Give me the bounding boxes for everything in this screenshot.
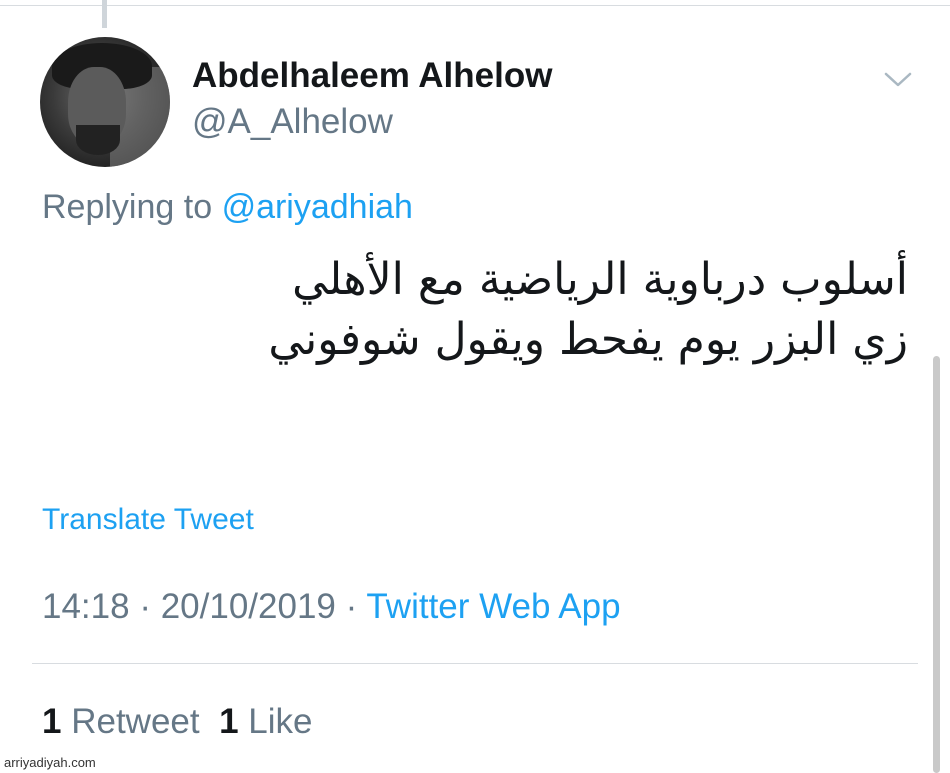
tweet-source-link[interactable]: Twitter Web App xyxy=(366,587,620,626)
chevron-down-icon[interactable] xyxy=(883,70,913,90)
avatar-beard xyxy=(76,125,120,155)
tweet-date[interactable]: 20/10/2019 xyxy=(161,587,336,626)
reply-prefix: Replying to xyxy=(42,188,213,226)
tweet-text: أسلوب درباوية الرياضية مع الأهلي زي البز… xyxy=(88,250,908,370)
meta-separator: · xyxy=(129,587,161,626)
like-count: 1 xyxy=(219,702,239,741)
scrollbar[interactable] xyxy=(933,356,940,773)
meta-separator: · xyxy=(335,587,367,626)
tweet-line-2: زي البزر يوم يفحط ويقول شوفوني xyxy=(268,314,908,365)
tweet-meta: 14:18 · 20/10/2019 · Twitter Web App xyxy=(42,587,621,627)
author-handle[interactable]: @A_Alhelow xyxy=(192,102,393,142)
like-stat[interactable]: 1 Like xyxy=(219,702,312,741)
watermark: arriyadiyah.com xyxy=(4,755,96,770)
divider xyxy=(32,663,918,664)
reply-mention-link[interactable]: @ariyadhiah xyxy=(222,188,413,226)
retweet-stat[interactable]: 1 Retweet xyxy=(42,702,200,741)
retweet-label: Retweet xyxy=(71,702,200,741)
replying-to: Replying to @ariyadhiah xyxy=(42,188,413,227)
tweet-time[interactable]: 14:18 xyxy=(42,587,130,626)
translate-tweet-link[interactable]: Translate Tweet xyxy=(42,503,254,537)
avatar[interactable] xyxy=(40,37,170,167)
author-name[interactable]: Abdelhaleem Alhelow xyxy=(192,56,552,96)
like-label: Like xyxy=(248,702,313,741)
tweet-stats: 1 Retweet 1 Like xyxy=(42,702,312,742)
tweet-line-1: أسلوب درباوية الرياضية مع الأهلي xyxy=(292,254,908,305)
top-border xyxy=(0,5,950,6)
retweet-count: 1 xyxy=(42,702,62,741)
thread-line xyxy=(102,0,107,28)
